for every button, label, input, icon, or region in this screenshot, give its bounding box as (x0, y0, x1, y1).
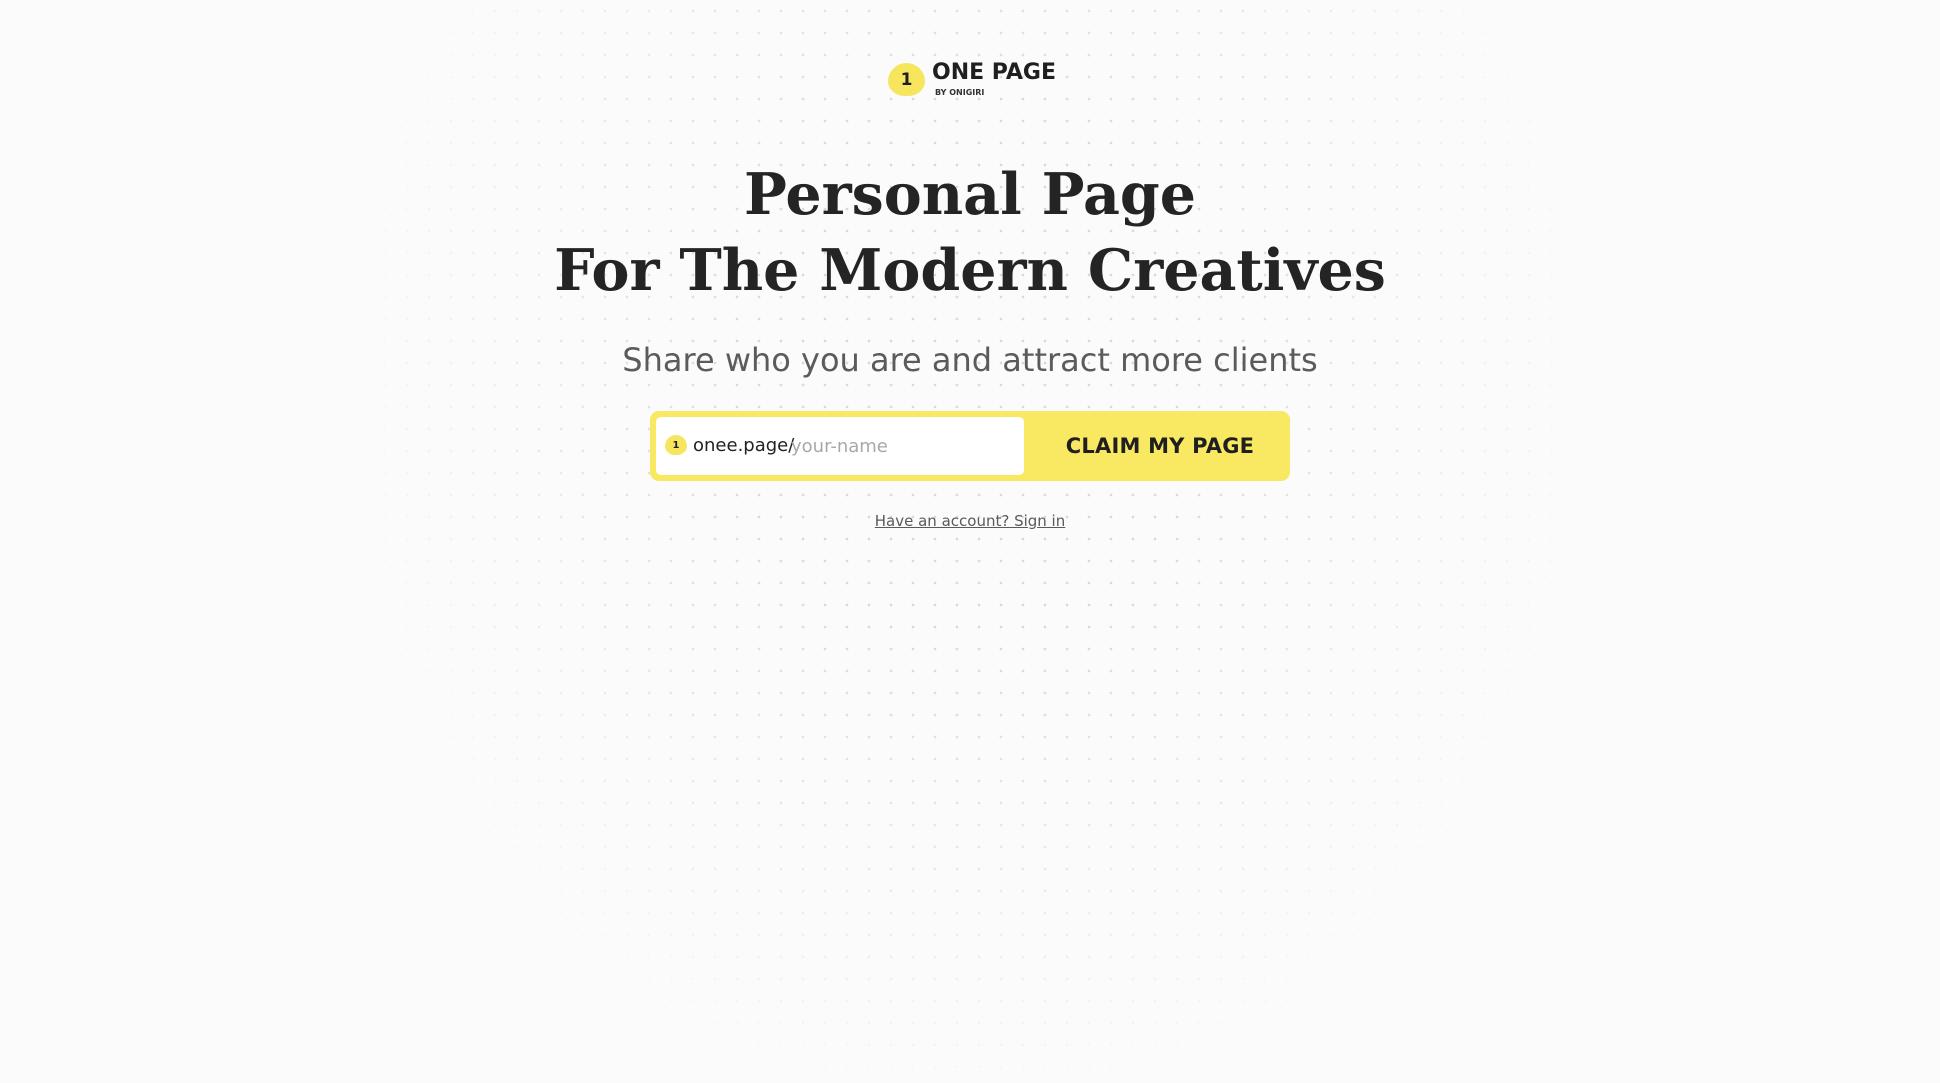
url-field[interactable]: 1 onee.page/ (656, 417, 1024, 475)
logo-title: ONE PAGE (932, 60, 1057, 85)
logo-subtitle: BY ONIGIRI (935, 88, 985, 97)
signin-link-container: Have an account? Sign in (0, 509, 1940, 533)
subheadline: Share who you are and attract more clien… (622, 341, 1318, 379)
onigiri-logo-icon: 1 (888, 63, 925, 96)
username-input[interactable] (791, 425, 1016, 467)
headline-line-2: For The Modern Creatives (554, 237, 1386, 304)
claim-my-page-button[interactable]: CLAIM MY PAGE (1030, 411, 1290, 481)
headline-line-1: Personal Page (744, 161, 1196, 228)
url-prefix: onee.page/ (693, 435, 795, 456)
brand-logo[interactable]: 1 ONE PAGE BY ONIGIRI (888, 60, 1058, 102)
signin-link[interactable]: Have an account? Sign in (875, 512, 1065, 530)
onigiri-badge-icon: 1 (665, 435, 687, 455)
claim-page-form: 1 onee.page/ CLAIM MY PAGE (650, 411, 1290, 481)
